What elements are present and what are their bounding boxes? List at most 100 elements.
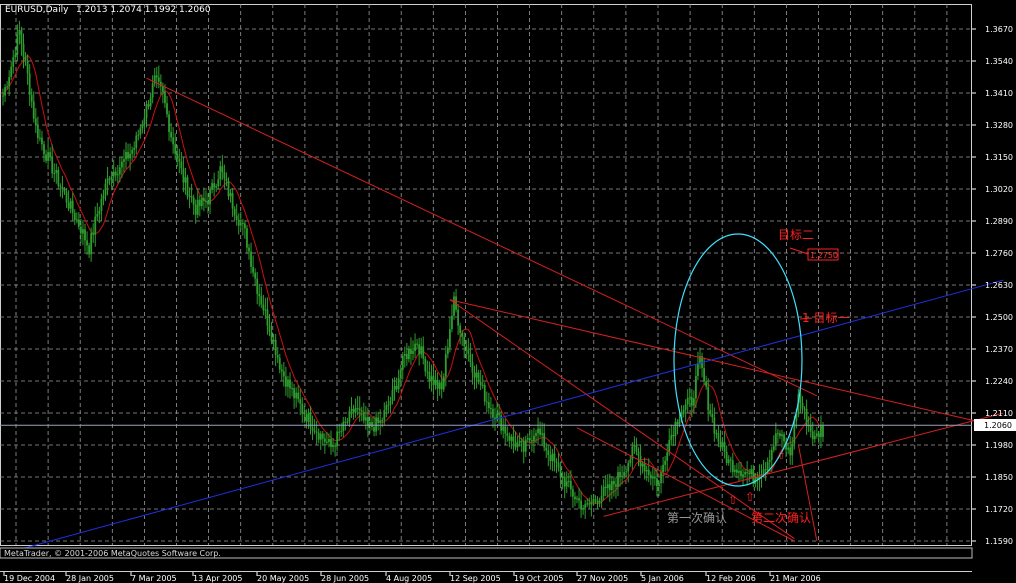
candle-body [551, 453, 554, 462]
candle-body [578, 498, 580, 501]
candle-body [379, 420, 382, 423]
candle-body [485, 401, 488, 403]
candle-body [12, 57, 15, 67]
candle-body [295, 392, 298, 399]
candle-body [350, 408, 353, 412]
candle-body [114, 171, 117, 176]
candle-body [453, 296, 455, 316]
trendline-blue[interactable] [23, 279, 1004, 549]
candle-body [94, 216, 97, 235]
candle-body [239, 222, 242, 226]
candle-body [149, 97, 152, 107]
candle-body [272, 339, 275, 342]
trendline-red[interactable] [449, 299, 1016, 431]
trendline-red[interactable] [797, 444, 818, 542]
plot-frame [0, 4, 972, 546]
candle-body [432, 376, 435, 385]
candle-body [440, 382, 443, 390]
candle-body [326, 441, 328, 443]
candle-body [47, 152, 49, 161]
candle-body [590, 502, 593, 505]
candle-body [727, 459, 730, 463]
chart-ohlc-readout: 1.2013 1.2074 1.1992 1.2060 [76, 5, 211, 15]
candle-body [572, 489, 574, 497]
candle-body [186, 177, 189, 197]
candle-body [82, 229, 84, 234]
candle-body [705, 381, 708, 387]
candle-body [168, 114, 170, 133]
candle-body [744, 472, 746, 475]
candle-body [613, 481, 615, 485]
candle-body [719, 441, 722, 448]
trendlines[interactable] [23, 77, 1016, 549]
candle-body [781, 434, 783, 437]
candle-body [26, 60, 29, 74]
candle-body [723, 442, 726, 452]
candle-body [227, 181, 230, 197]
candle-body [182, 168, 185, 183]
x-tick-label: 5 Jan 2006 [641, 574, 684, 583]
candle-body [764, 469, 767, 471]
candle-body [750, 469, 753, 475]
candle-body [235, 215, 238, 220]
candle-body [418, 344, 421, 355]
candle-body [371, 422, 373, 428]
candle-body [736, 469, 738, 473]
chart-window[interactable]: 1.3670 1.3540 1.3410 1.3280 1.3150 1.3020 1.28… [0, 0, 1016, 583]
y-tick-label: 1.3540 [985, 57, 1013, 66]
candle-body [174, 144, 177, 154]
candle-body [45, 154, 47, 161]
candle-body [490, 408, 492, 410]
candle-body [118, 167, 121, 175]
candle-body [608, 484, 611, 491]
candle-body [340, 431, 343, 433]
candle-body [471, 362, 474, 373]
candle-body [430, 376, 433, 381]
candle-body [740, 470, 742, 477]
candle-body [559, 467, 562, 478]
y-tick-label: 1.3280 [985, 121, 1013, 130]
candle-body [606, 484, 609, 489]
candle-body [184, 177, 187, 183]
candle-body [8, 77, 11, 87]
candle-body [504, 426, 507, 434]
candle-body [41, 137, 43, 145]
candle-body [623, 472, 626, 476]
candle-body [57, 169, 60, 186]
candle-body [233, 208, 236, 216]
price-chart[interactable]: 1.3670 1.3540 1.3410 1.3280 1.3150 1.3020 1.28… [0, 0, 1016, 583]
candle-body [381, 419, 384, 421]
candle-body [541, 433, 544, 435]
candle-body [188, 195, 191, 197]
target-one-label: 1 目标一 [802, 311, 849, 325]
candle-body [250, 251, 252, 268]
candle-body [22, 43, 25, 57]
candle-body [709, 410, 712, 414]
candle-body [731, 460, 734, 472]
candle-body [176, 153, 179, 159]
candle-body [434, 379, 437, 385]
candle-body [766, 461, 769, 471]
candle-body [194, 204, 197, 215]
x-tick-label: 7 Mar 2005 [131, 574, 177, 583]
candle-body [565, 481, 568, 487]
candle-body [506, 433, 509, 436]
candle-body [774, 433, 777, 447]
y-tick-label: 1.2630 [985, 281, 1013, 290]
x-tick-label: 28 Jun 2005 [321, 574, 369, 583]
candle-body [334, 445, 336, 447]
candle-body [762, 469, 765, 475]
candle-body [668, 439, 671, 453]
candle-body [428, 371, 431, 381]
candle-body [405, 354, 408, 360]
candle-body [24, 56, 27, 61]
candle-body [690, 397, 693, 406]
candle-body [514, 441, 517, 448]
trendline-red[interactable] [603, 412, 1004, 517]
candle-body [783, 434, 785, 442]
candle-body [256, 278, 259, 294]
candle-body [137, 134, 140, 136]
candle-body [682, 409, 685, 414]
candle-body [20, 30, 23, 44]
target-two-label: 目标二 [778, 228, 814, 242]
